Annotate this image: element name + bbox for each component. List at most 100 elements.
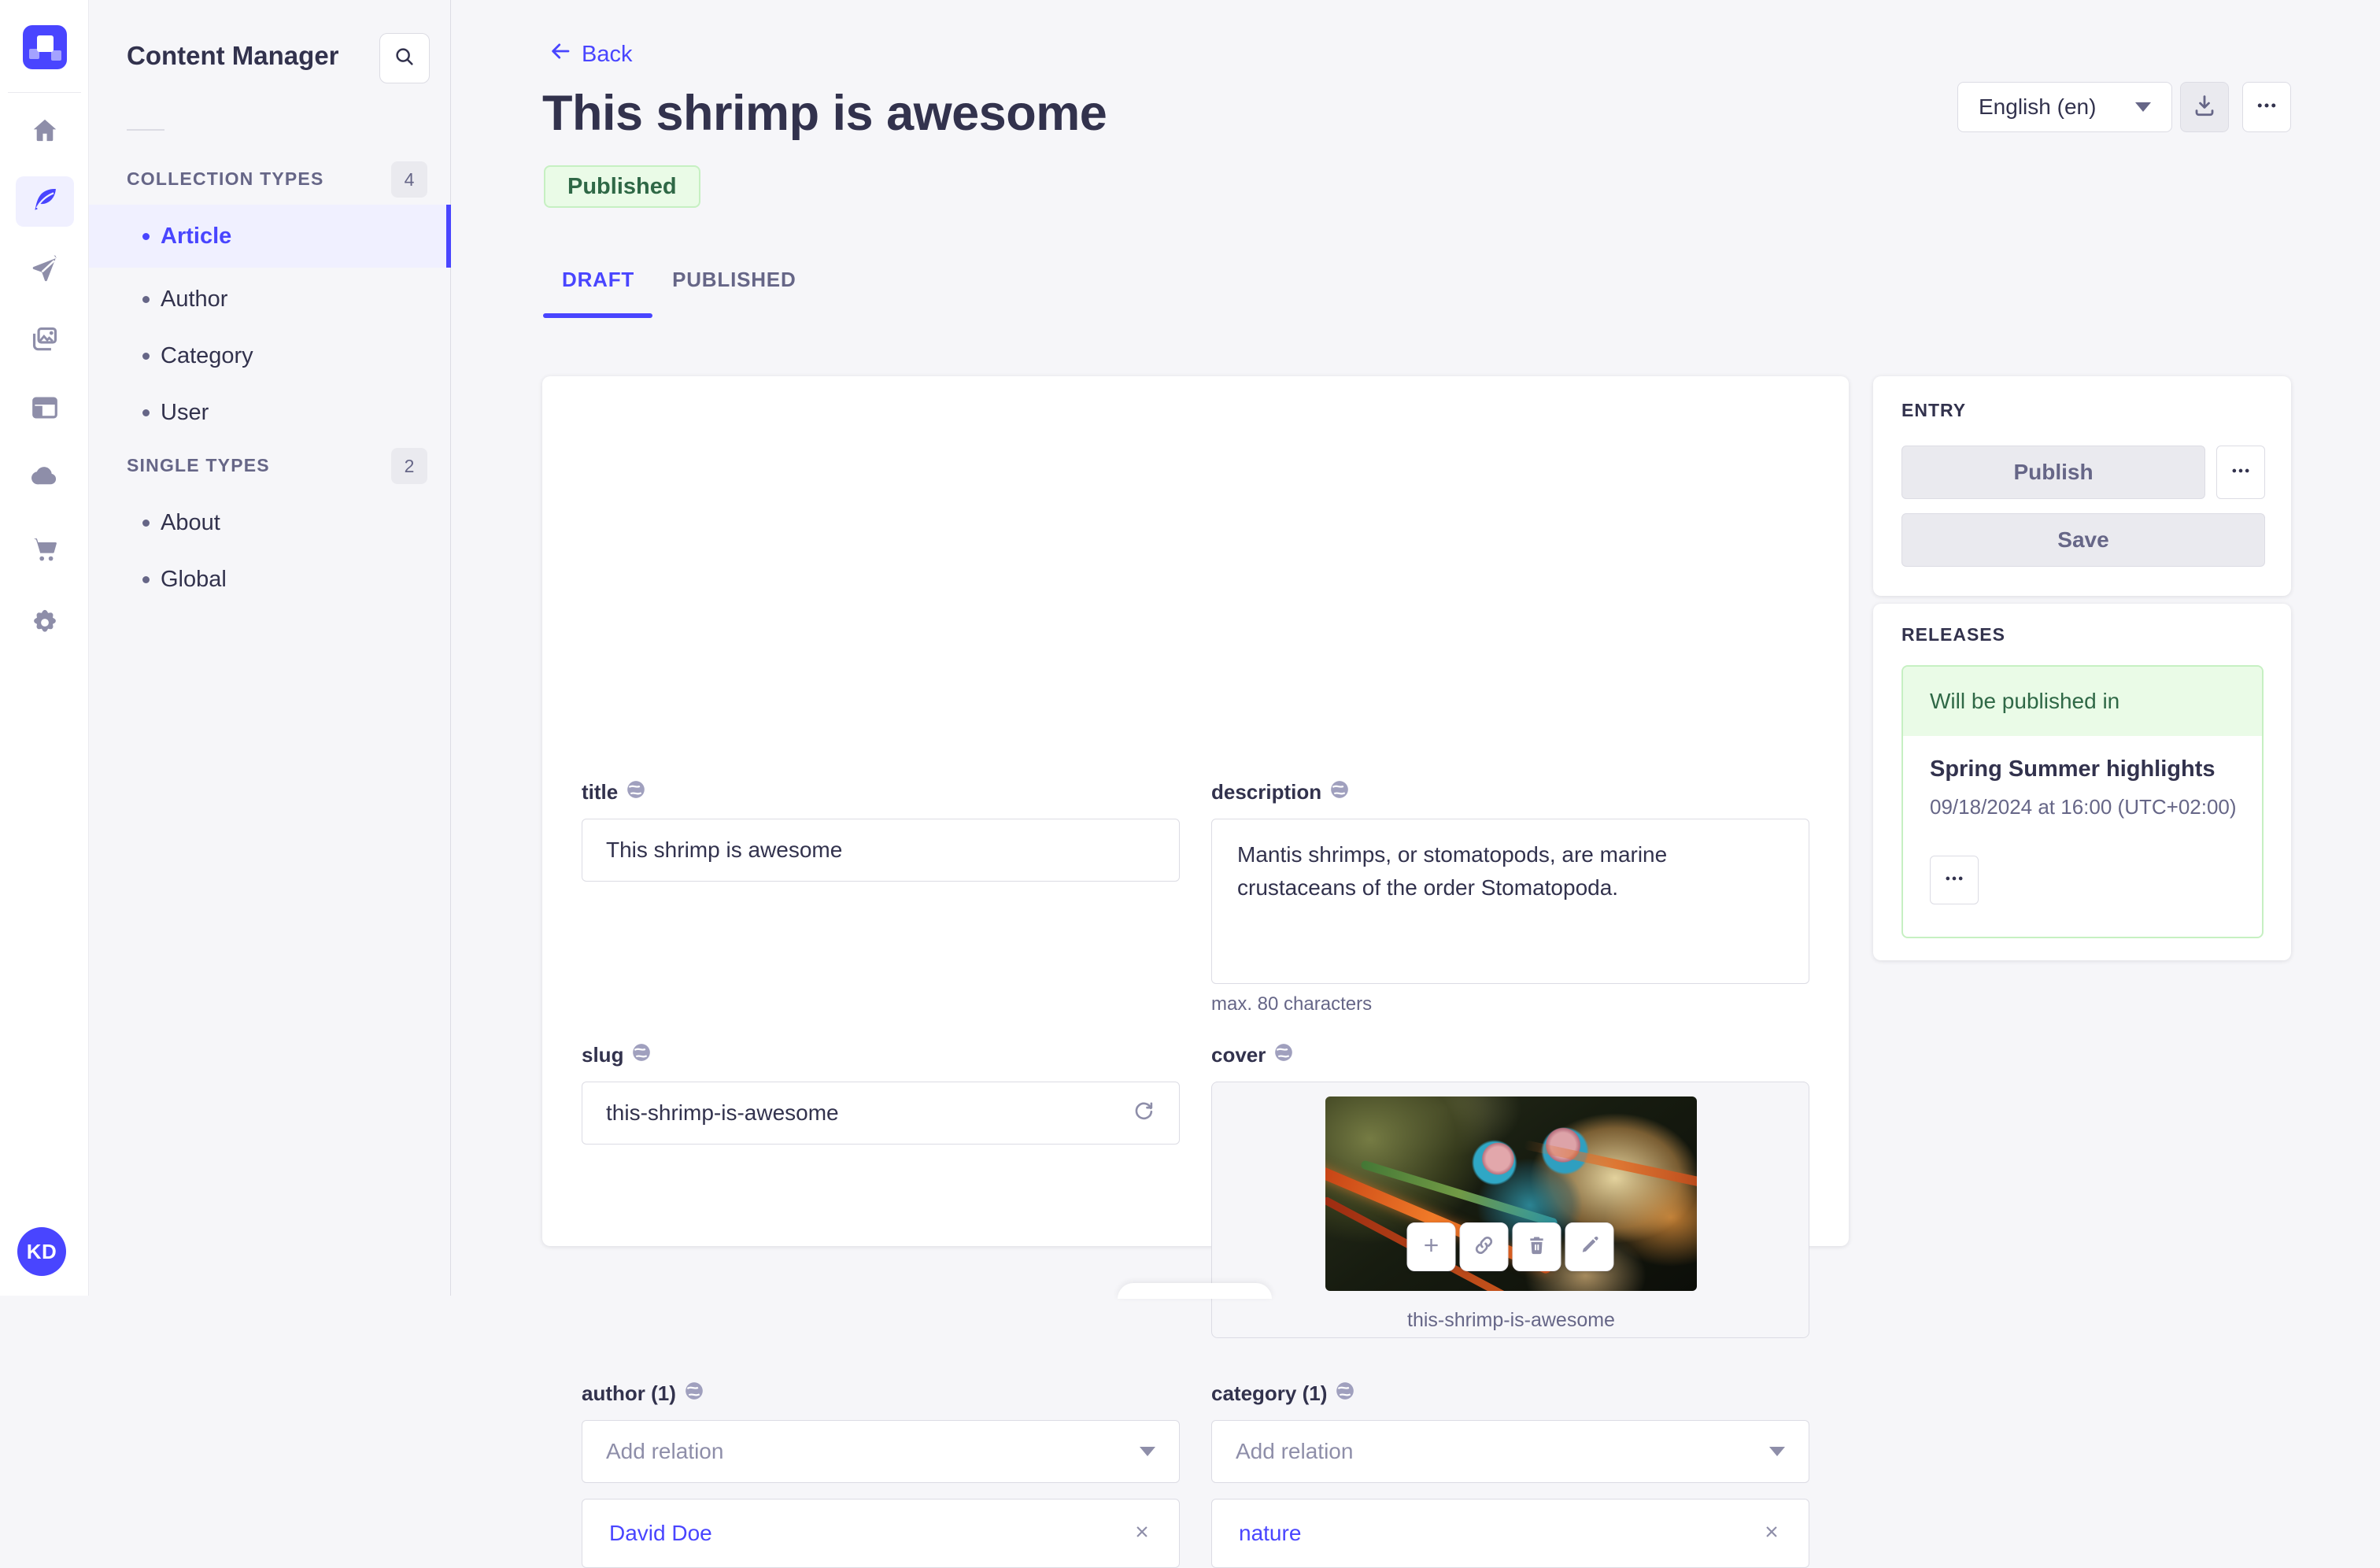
chevron-down-icon [1769,1447,1785,1456]
author-field-label: author (1) [582,1381,704,1407]
rail-item-media-library[interactable] [16,316,74,366]
release-title: Spring Summer highlights [1930,756,2216,782]
add-asset-button[interactable] [1406,1222,1456,1271]
entry-heading: ENTRY [1901,400,1967,420]
layout-icon [30,393,60,427]
active-tab-underline [543,313,652,318]
collection-types-count-badge: 4 [391,161,427,198]
content-manager-sidebar: Content Manager COLLECTION TYPES 4 Artic… [89,0,451,1296]
release-card: Will be published in Spring Summer highl… [1901,665,2264,938]
sidebar-item-article[interactable]: Article [89,205,451,268]
paper-plane-icon [30,255,60,289]
strapi-logo[interactable] [23,25,67,69]
nav-rail: KD [0,0,89,1296]
feather-icon [30,185,60,219]
download-button[interactable] [2180,82,2229,132]
entry-panel: ENTRY Publish Save [1873,376,2291,596]
cloud-icon [30,461,60,495]
sidebar-divider [127,129,164,131]
globe-icon [684,1381,704,1407]
sidebar-item-category[interactable]: Category [89,324,451,387]
search-icon [393,45,416,72]
sidebar-search-button[interactable] [379,33,430,83]
bullet-icon [142,409,150,416]
description-helper: max. 80 characters [1211,993,1373,1015]
releases-heading: RELEASES [1901,624,2005,645]
bullet-icon [142,295,150,303]
cart-icon [30,534,60,568]
tab-draft[interactable]: DRAFT [543,260,653,319]
rail-item-content-manager[interactable] [16,176,74,227]
rail-item-marketplace[interactable] [16,526,74,576]
chevron-down-icon [1140,1447,1155,1456]
globe-icon [1273,1042,1294,1068]
release-more-button[interactable] [1930,856,1979,904]
more-icon [2255,94,2278,121]
cover-field-label: cover [1211,1042,1294,1068]
description-field-label: description [1211,779,1350,805]
link-icon [1473,1234,1495,1260]
title-field-label: title [582,779,646,805]
sidebar-item-author[interactable]: Author [89,268,451,331]
tab-published[interactable]: PUBLISHED [653,260,815,319]
globe-icon [1335,1381,1355,1407]
rail-divider [8,92,81,93]
sidebar-item-user[interactable]: User [89,381,451,444]
bullet-icon [142,232,150,240]
remove-relation-icon[interactable] [1761,1522,1782,1546]
regenerate-icon[interactable] [1132,1099,1155,1128]
strapi-admin-screen: KD Content Manager COLLECTION TYPES 4 Ar… [0,0,2380,1568]
edit-form-card: title This shrimp is awesome description… [542,376,1849,1568]
edit-asset-button[interactable] [1565,1222,1614,1271]
download-icon [2192,93,2217,122]
delete-asset-button[interactable] [1512,1222,1561,1271]
scroll-peek-card [1118,1283,1272,1299]
slug-field-label: slug [582,1042,652,1068]
sidebar-item-global[interactable]: Global [89,548,451,611]
release-status: Will be published in [1903,667,2262,736]
home-icon [30,116,60,150]
back-link[interactable]: Back [549,39,632,69]
publish-button[interactable]: Publish [1901,446,2205,499]
cover-actions [1406,1222,1614,1271]
chevron-down-icon [2135,102,2151,112]
user-avatar[interactable]: KD [17,1227,66,1276]
more-icon [2230,460,2252,486]
release-date: 09/18/2024 at 16:00 (UTC+02:00) [1930,795,2237,819]
category-relation-combobox[interactable]: Add relation [1211,1420,1809,1483]
globe-icon [626,779,646,805]
sidebar-item-about[interactable]: About [89,491,451,554]
rail-item-releases[interactable] [16,246,74,297]
rail-item-deploy[interactable] [16,453,74,503]
cover-filename: this-shrimp-is-awesome [1407,1309,1615,1331]
header-more-button[interactable] [2242,82,2291,132]
category-relation-link[interactable]: nature [1239,1521,1301,1546]
sidebar-title: Content Manager [127,41,339,70]
save-button[interactable]: Save [1901,513,2265,567]
category-relation-item: nature [1211,1499,1809,1568]
back-label: Back [582,41,633,67]
author-relation-item: David Doe [582,1499,1180,1568]
locale-value: English (en) [1979,94,2097,119]
author-relation-combobox[interactable]: Add relation [582,1420,1180,1483]
more-icon [1943,867,1965,893]
cover-field: this-shrimp-is-awesome [1211,1082,1809,1338]
images-icon [30,324,60,358]
rail-item-home[interactable] [16,107,74,157]
plus-icon [1421,1234,1443,1260]
entry-more-button[interactable] [2216,446,2265,499]
logo-shape [37,35,54,52]
locale-select[interactable]: English (en) [1957,82,2172,132]
rail-item-content-type-builder[interactable] [16,384,74,435]
category-field-label: category (1) [1211,1381,1355,1407]
copy-link-button[interactable] [1459,1222,1509,1271]
description-textarea[interactable]: Mantis shrimps, or stomatopods, are mari… [1211,819,1809,984]
page-title: This shrimp is awesome [542,86,1107,141]
author-relation-link[interactable]: David Doe [609,1521,712,1546]
remove-relation-icon[interactable] [1132,1522,1152,1546]
status-badge: Published [544,165,700,208]
slug-input[interactable]: this-shrimp-is-awesome [582,1082,1180,1145]
back-arrow-icon [549,39,572,69]
title-input[interactable]: This shrimp is awesome [582,819,1180,882]
rail-item-settings[interactable] [16,599,74,649]
